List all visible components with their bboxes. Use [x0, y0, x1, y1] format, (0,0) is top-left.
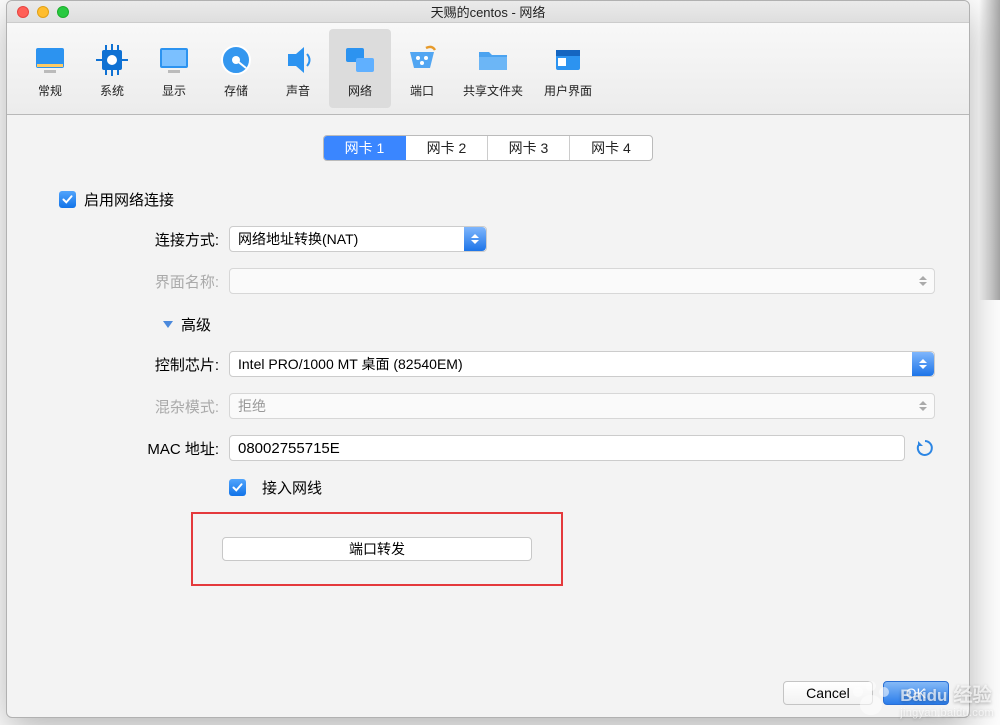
advanced-toggle[interactable]: 高级	[131, 310, 935, 351]
toolbar-display[interactable]: 显示	[143, 29, 205, 108]
toolbar-label: 网络	[348, 82, 372, 99]
chip-value: Intel PRO/1000 MT 桌面 (82540EM)	[238, 354, 463, 374]
toolbar-label: 显示	[162, 82, 186, 99]
speaker-icon	[278, 40, 318, 80]
tab-adapter-1[interactable]: 网卡 1	[324, 136, 406, 160]
dropdown-arrow-icon	[918, 272, 928, 290]
promisc-value: 拒绝	[238, 396, 266, 416]
dropdown-arrow-icon	[464, 227, 486, 251]
cable-checkbox[interactable]	[229, 479, 246, 496]
toolbar-audio[interactable]: 声音	[267, 29, 329, 108]
toolbar-label: 端口	[410, 82, 434, 99]
cancel-button[interactable]: Cancel	[783, 681, 873, 705]
interface-label: 界面名称:	[131, 271, 219, 292]
chip-label: 控制芯片:	[131, 354, 219, 375]
adapter-tabs: 网卡 1 网卡 2 网卡 3 网卡 4	[7, 115, 969, 175]
settings-window: 天赐的centos - 网络 常规 系统 显示 存储	[6, 0, 970, 718]
tab-adapter-2[interactable]: 网卡 2	[406, 136, 488, 160]
highlight-box: 端口转发	[191, 512, 563, 586]
window-title: 天赐的centos - 网络	[7, 2, 969, 21]
toolbar-label: 系统	[100, 82, 124, 99]
toolbar-ui[interactable]: 用户界面	[533, 29, 603, 108]
disclosure-down-icon	[163, 321, 173, 328]
serial-icon	[402, 40, 442, 80]
toolbar-shared[interactable]: 共享文件夹	[453, 29, 533, 108]
refresh-mac-button[interactable]	[915, 438, 935, 458]
toolbar-label: 声音	[286, 82, 310, 99]
chip-icon	[92, 40, 132, 80]
dropdown-arrow-icon	[918, 397, 928, 415]
enable-network-label: 启用网络连接	[84, 189, 174, 210]
ui-icon	[548, 40, 588, 80]
connection-value: 网络地址转换(NAT)	[238, 229, 358, 249]
toolbar: 常规 系统 显示 存储 声音	[7, 23, 969, 115]
titlebar: 天赐的centos - 网络	[7, 1, 969, 23]
ok-button[interactable]: OK	[883, 681, 949, 705]
toolbar-label: 存储	[224, 82, 248, 99]
promisc-label: 混杂模式:	[131, 396, 219, 417]
folder-icon	[473, 40, 513, 80]
port-forwarding-button[interactable]: 端口转发	[222, 537, 532, 561]
enable-network-checkbox[interactable]	[59, 191, 76, 208]
disk-icon	[216, 40, 256, 80]
toolbar-storage[interactable]: 存储	[205, 29, 267, 108]
content-area: 启用网络连接 连接方式: 网络地址转换(NAT) 界面名称: 高级	[7, 175, 969, 598]
tab-adapter-3[interactable]: 网卡 3	[488, 136, 570, 160]
toolbar-ports[interactable]: 端口	[391, 29, 453, 108]
chip-select[interactable]: Intel PRO/1000 MT 桌面 (82540EM)	[229, 351, 935, 377]
mac-label: MAC 地址:	[131, 438, 219, 459]
advanced-label: 高级	[181, 314, 211, 335]
toolbar-system[interactable]: 系统	[81, 29, 143, 108]
toolbar-label: 用户界面	[544, 82, 592, 99]
decorative-shadow	[970, 0, 1000, 300]
display-icon	[154, 40, 194, 80]
toolbar-general[interactable]: 常规	[19, 29, 81, 108]
cable-label: 接入网线	[262, 477, 322, 498]
mac-input[interactable]	[229, 435, 905, 461]
monitor-icon	[30, 40, 70, 80]
toolbar-label: 常规	[38, 82, 62, 99]
network-icon	[340, 40, 380, 80]
promisc-select: 拒绝	[229, 393, 935, 419]
interface-select	[229, 268, 935, 294]
toolbar-network[interactable]: 网络	[329, 29, 391, 108]
connection-label: 连接方式:	[131, 229, 219, 250]
tab-adapter-4[interactable]: 网卡 4	[570, 136, 652, 160]
dialog-footer: Cancel OK	[783, 681, 949, 705]
connection-select[interactable]: 网络地址转换(NAT)	[229, 226, 487, 252]
toolbar-label: 共享文件夹	[463, 82, 523, 99]
dropdown-arrow-icon	[912, 352, 934, 376]
